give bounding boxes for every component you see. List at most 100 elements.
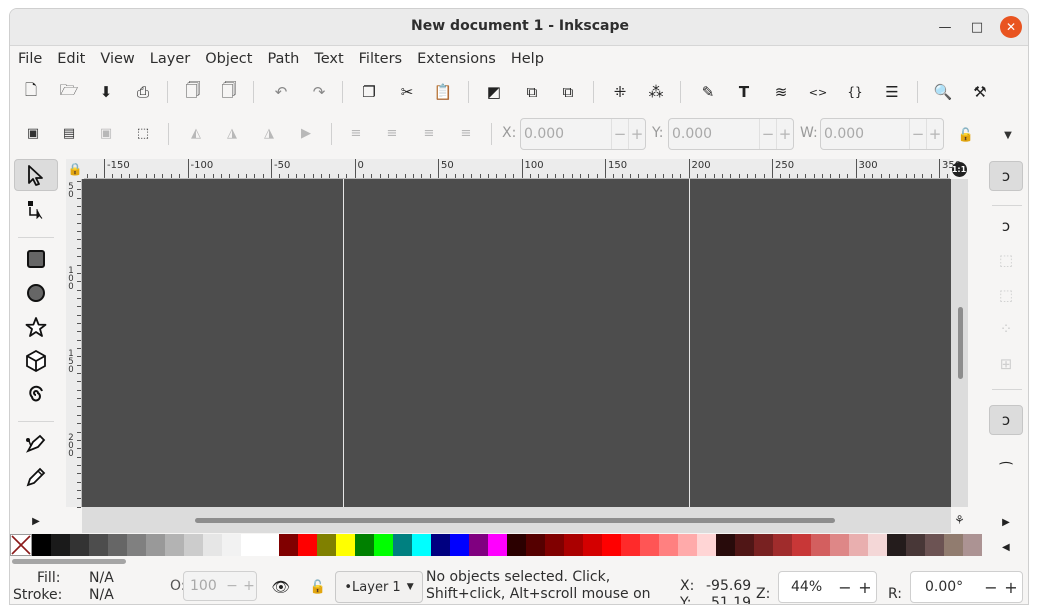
minimize-icon[interactable]: — xyxy=(934,16,956,38)
rotate-ccw-icon[interactable]: ◭ xyxy=(185,122,207,144)
palette-swatch[interactable] xyxy=(640,534,659,556)
object-clip-icon[interactable]: ⧉ xyxy=(556,80,580,104)
preferences-icon[interactable]: ⚒ xyxy=(968,80,992,104)
node-select-icon[interactable]: ⁜ xyxy=(608,80,632,104)
palette-swatch[interactable] xyxy=(545,534,564,556)
maximize-icon[interactable]: □ xyxy=(966,16,988,38)
layer-lock-icon[interactable]: 🔓 xyxy=(306,575,330,599)
snap-bbox-centers-icon[interactable]: ⊞ xyxy=(989,349,1023,379)
horizontal-scroll-thumb[interactable] xyxy=(195,518,835,523)
align-icon[interactable]: ☰ xyxy=(880,80,904,104)
rotation-spinbox[interactable]: 0.00° − + xyxy=(910,571,1023,603)
close-icon[interactable]: ✕ xyxy=(1000,16,1022,38)
y-spinbox[interactable]: 0.000 − + xyxy=(668,118,794,150)
palette-swatch[interactable] xyxy=(146,534,165,556)
x-value[interactable]: 0.000 xyxy=(524,126,564,142)
palette-swatch[interactable] xyxy=(488,534,507,556)
palette-swatch[interactable] xyxy=(621,534,640,556)
invert-selection-icon[interactable]: ▣ xyxy=(95,122,117,144)
copy-icon[interactable]: ❐ xyxy=(357,80,381,104)
opacity-spinbox[interactable]: 100 − + xyxy=(183,571,257,601)
snap-bbox-edges-icon[interactable]: ⬚ xyxy=(989,245,1023,275)
select-all-icon[interactable]: ▣ xyxy=(22,122,44,144)
palette-swatch[interactable] xyxy=(678,534,697,556)
rotation-value[interactable]: 0.00° xyxy=(925,579,963,595)
snap-toggle-icon[interactable]: ↄ xyxy=(989,161,1023,191)
guide-lock-icon[interactable]: 🔒 xyxy=(66,159,84,179)
palette-swatch[interactable] xyxy=(602,534,621,556)
raise-icon[interactable]: ≡ xyxy=(381,122,403,144)
menu-view[interactable]: View xyxy=(100,51,134,67)
palette-swatch[interactable] xyxy=(697,534,716,556)
rotate-cw-icon[interactable]: ◮ xyxy=(221,122,243,144)
w-decrement-icon[interactable]: − xyxy=(909,119,926,149)
palette-swatch[interactable] xyxy=(279,534,298,556)
redo-icon[interactable]: ↷ xyxy=(307,80,331,104)
rotate-decrement-icon[interactable]: − xyxy=(981,572,1001,602)
cut-icon[interactable]: ✂ xyxy=(395,80,419,104)
layer-visibility-icon[interactable]: 👁 xyxy=(269,575,293,599)
palette-swatch[interactable] xyxy=(526,534,545,556)
palette-swatch[interactable] xyxy=(317,534,336,556)
fill-indicator[interactable]: N/A xyxy=(89,570,114,586)
opacity-decrement-icon[interactable]: − xyxy=(224,572,240,600)
palette-swatch[interactable] xyxy=(298,534,317,556)
menu-edit[interactable]: Edit xyxy=(57,51,85,67)
find-icon[interactable]: 🔍 xyxy=(931,80,955,104)
zoom-in-icon[interactable]: + xyxy=(855,572,875,602)
palette-swatch[interactable] xyxy=(944,534,963,556)
opacity-value[interactable]: 100 xyxy=(190,578,217,594)
menu-layer[interactable]: Layer xyxy=(150,51,190,67)
palette-swatch[interactable] xyxy=(412,534,431,556)
rotate-increment-icon[interactable]: + xyxy=(1001,572,1021,602)
palette-swatch[interactable] xyxy=(127,534,146,556)
new-document-icon[interactable]: 🗋 xyxy=(19,80,43,104)
drawing-canvas[interactable] xyxy=(82,179,951,507)
palette-swatch[interactable] xyxy=(203,534,222,556)
overflow-menu-icon[interactable]: ▼ xyxy=(997,124,1019,146)
x-increment-icon[interactable]: + xyxy=(628,119,645,149)
palette-swatch[interactable] xyxy=(564,534,583,556)
palette-swatch[interactable] xyxy=(925,534,944,556)
ellipse-icon[interactable] xyxy=(14,277,58,309)
open-icon[interactable]: 🗁 xyxy=(57,80,81,104)
import-icon[interactable]: ⬇ xyxy=(94,80,118,104)
snap-nodes-icon[interactable]: ↄ xyxy=(989,405,1023,435)
raise-to-top-icon[interactable]: ≡ xyxy=(345,122,367,144)
group-icon[interactable]: ◩ xyxy=(482,80,506,104)
snap-paths-icon[interactable]: ⁔ xyxy=(989,441,1023,471)
palette-swatch[interactable] xyxy=(906,534,925,556)
palette-swatch[interactable] xyxy=(222,534,241,556)
snap-bbox-midpoints-icon[interactable]: ⁘ xyxy=(989,314,1023,344)
palette-swatch[interactable] xyxy=(963,534,982,556)
palette-swatch[interactable] xyxy=(89,534,108,556)
palette-swatch[interactable] xyxy=(393,534,412,556)
menu-file[interactable]: File xyxy=(18,51,42,67)
palette-swatch[interactable] xyxy=(469,534,488,556)
palette-swatch[interactable] xyxy=(32,534,51,556)
undo-icon[interactable]: ↶ xyxy=(269,80,293,104)
palette-swatch[interactable] xyxy=(70,534,89,556)
ungroup-icon[interactable]: ⧉ xyxy=(520,80,544,104)
no-paint-swatch[interactable] xyxy=(10,534,32,556)
x-spinbox[interactable]: 0.000 − + xyxy=(520,118,646,150)
zoom-out-icon[interactable]: − xyxy=(835,572,855,602)
opacity-increment-icon[interactable]: + xyxy=(241,572,257,600)
xml-editor-icon[interactable]: <> xyxy=(806,80,830,104)
palette-swatch[interactable] xyxy=(374,534,393,556)
palette-swatch[interactable] xyxy=(336,534,355,556)
duplicate-page-icon[interactable]: 🗍 xyxy=(181,80,205,104)
flip-horizontal-icon[interactable]: ◮ xyxy=(258,122,280,144)
menu-path[interactable]: Path xyxy=(267,51,299,67)
palette-swatch[interactable] xyxy=(51,534,70,556)
snap-bbox-corners-icon[interactable]: ⬚ xyxy=(989,280,1023,310)
spiral-icon[interactable] xyxy=(14,379,58,411)
palette-scrollbar[interactable] xyxy=(10,557,1005,565)
selector-icon[interactable] xyxy=(14,159,58,191)
star-icon[interactable] xyxy=(14,311,58,343)
layer-dropdown[interactable]: •Layer 1 ▼ xyxy=(335,571,423,603)
lower-icon[interactable]: ≡ xyxy=(418,122,440,144)
w-increment-icon[interactable]: + xyxy=(926,119,943,149)
palette-swatch[interactable] xyxy=(450,534,469,556)
vertical-scrollbar[interactable] xyxy=(951,179,968,507)
